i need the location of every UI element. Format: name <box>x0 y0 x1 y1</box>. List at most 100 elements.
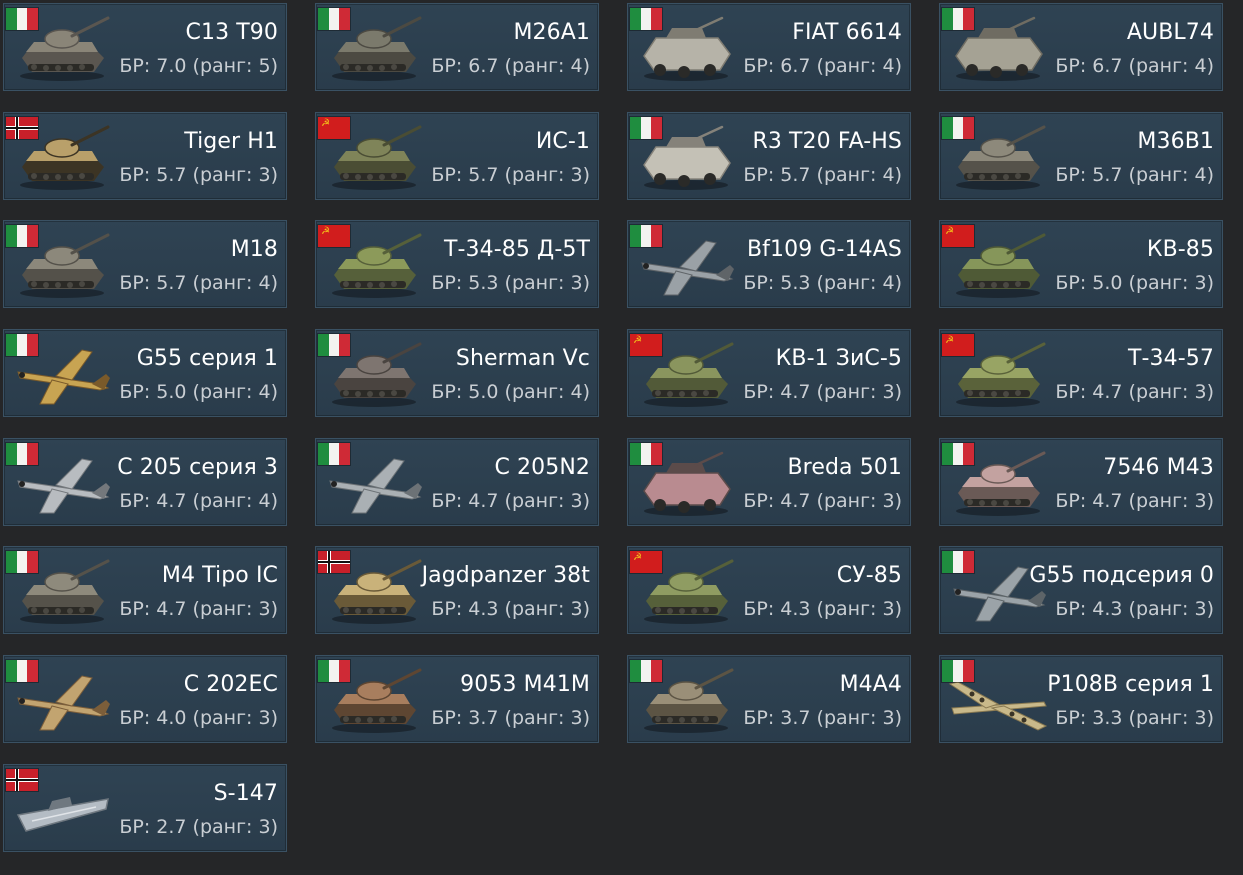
vehicle-card[interactable]: ИС-1 БР: 5.7 (ранг: 3) <box>315 111 599 200</box>
vehicle-name: СУ-85 <box>836 563 902 589</box>
battle-rating: БР: 4.7 (ранг: 3) <box>743 489 902 512</box>
italy-flag-icon <box>318 442 350 465</box>
vehicle-name: КВ-1 ЗиС-5 <box>775 346 902 372</box>
italy-flag-icon <box>942 8 974 30</box>
vehicle-card[interactable]: M4 Tipo IC БР: 4.7 (ранг: 3) <box>3 546 287 635</box>
vehicle-name: ИС-1 <box>535 128 590 154</box>
vehicle-name: Т-34-85 Д-5Т <box>443 237 590 263</box>
battle-rating: БР: 6.7 (ранг: 4) <box>1055 55 1214 77</box>
vehicle-name: G55 подсерия 0 <box>1029 563 1214 589</box>
italy-flag-icon <box>942 442 974 465</box>
vehicle-name: G55 серия 1 <box>136 346 278 372</box>
battle-rating: БР: 6.7 (ранг: 4) <box>743 55 902 77</box>
vehicle-card[interactable]: Bf109 G-14AS БР: 5.3 (ранг: 4) <box>627 220 911 309</box>
battle-rating: БР: 4.3 (ранг: 3) <box>743 598 902 621</box>
battle-rating: БР: 4.3 (ранг: 3) <box>1055 598 1214 621</box>
battle-rating: БР: 5.3 (ранг: 4) <box>743 272 902 295</box>
battle-rating: БР: 5.7 (ранг: 4) <box>743 163 902 186</box>
vehicle-card[interactable]: Breda 501 БР: 4.7 (ранг: 3) <box>627 437 911 526</box>
vehicle-name: Breda 501 <box>787 454 902 480</box>
vehicle-card[interactable]: 7546 M43 БР: 4.7 (ранг: 3) <box>939 437 1223 526</box>
battle-rating: БР: 5.0 (ранг: 4) <box>119 381 278 404</box>
italy-flag-icon <box>630 116 662 139</box>
vehicle-card[interactable]: S-147 БР: 2.7 (ранг: 3) <box>3 763 287 852</box>
vehicle-card[interactable]: СУ-85 БР: 4.3 (ранг: 3) <box>627 546 911 635</box>
vehicle-card[interactable]: AUBL74 БР: 6.7 (ранг: 4) <box>939 3 1223 91</box>
vehicle-name: 9053 M41M <box>460 672 590 698</box>
vehicle-name: M18 <box>230 237 278 263</box>
vehicle-name: M4A4 <box>839 672 902 698</box>
vehicle-grid: C13 T90 БР: 7.0 (ранг: 5) M26A1 БР: 6.7 … <box>3 3 1223 852</box>
ussr-flag-icon <box>630 334 662 357</box>
ussr-flag-icon <box>630 551 662 574</box>
vehicle-card[interactable]: M26A1 БР: 6.7 (ранг: 4) <box>315 3 599 91</box>
vehicle-card[interactable]: G55 серия 1 БР: 5.0 (ранг: 4) <box>3 329 287 418</box>
vehicle-card[interactable]: C13 T90 БР: 7.0 (ранг: 5) <box>3 3 287 91</box>
vehicle-card[interactable]: C 205 серия 3 БР: 4.7 (ранг: 4) <box>3 437 287 526</box>
battle-rating: БР: 7.0 (ранг: 5) <box>119 55 278 77</box>
vehicle-name: Т-34-57 <box>1127 346 1214 372</box>
vehicle-name: Bf109 G-14AS <box>746 237 902 263</box>
battle-rating: БР: 4.7 (ранг: 3) <box>431 489 590 512</box>
battle-rating: БР: 5.7 (ранг: 3) <box>431 163 590 186</box>
battle-rating: БР: 2.7 (ранг: 3) <box>119 815 278 838</box>
ussr-flag-icon <box>318 225 350 248</box>
italy-flag-icon <box>942 116 974 139</box>
battle-rating: БР: 5.7 (ранг: 3) <box>119 163 278 186</box>
vehicle-name: C 205 серия 3 <box>117 454 278 480</box>
battle-rating: БР: 4.7 (ранг: 3) <box>1055 381 1214 404</box>
vehicle-name: КВ-85 <box>1146 237 1214 263</box>
vehicle-name: M26A1 <box>513 20 590 45</box>
vehicle-name: P108B серия 1 <box>1047 672 1214 698</box>
battle-rating: БР: 4.0 (ранг: 3) <box>119 707 278 730</box>
italy-flag-icon <box>6 660 38 683</box>
vehicle-card[interactable]: Sherman Vc БР: 5.0 (ранг: 4) <box>315 329 599 418</box>
vehicle-card[interactable]: C 202EC БР: 4.0 (ранг: 3) <box>3 655 287 744</box>
vehicle-card[interactable]: Т-34-85 Д-5Т БР: 5.3 (ранг: 3) <box>315 220 599 309</box>
vehicle-card[interactable]: КВ-1 ЗиС-5 БР: 4.7 (ранг: 3) <box>627 329 911 418</box>
vehicle-name: Sherman Vc <box>455 346 590 372</box>
vehicle-card[interactable]: Jagdpanzer 38t БР: 4.3 (ранг: 3) <box>315 546 599 635</box>
italy-flag-icon <box>6 8 38 30</box>
vehicle-name: M36B1 <box>1137 128 1214 154</box>
ussr-flag-icon <box>942 334 974 357</box>
battle-rating: БР: 5.0 (ранг: 3) <box>1055 272 1214 295</box>
battle-rating: БР: 4.7 (ранг: 4) <box>119 489 278 512</box>
italy-flag-icon <box>6 551 38 574</box>
vehicle-card[interactable]: 9053 M41M БР: 3.7 (ранг: 3) <box>315 655 599 744</box>
italy-flag-icon <box>6 442 38 465</box>
italy-flag-icon <box>318 334 350 357</box>
vehicle-name: FIAT 6614 <box>792 20 902 45</box>
vehicle-name: AUBL74 <box>1126 20 1214 45</box>
battle-rating: БР: 5.7 (ранг: 4) <box>1055 163 1214 186</box>
italy-flag-icon <box>630 8 662 30</box>
germany-flag-icon <box>6 116 38 139</box>
vehicle-card[interactable]: M36B1 БР: 5.7 (ранг: 4) <box>939 111 1223 200</box>
italy-flag-icon <box>630 660 662 683</box>
vehicle-name: S-147 <box>213 780 278 806</box>
vehicle-card[interactable]: G55 подсерия 0 БР: 4.3 (ранг: 3) <box>939 546 1223 635</box>
vehicle-name: R3 T20 FA-HS <box>752 128 902 154</box>
germany-flag-icon <box>6 768 38 791</box>
vehicle-card[interactable]: Т-34-57 БР: 4.7 (ранг: 3) <box>939 329 1223 418</box>
italy-flag-icon <box>942 660 974 683</box>
vehicle-card[interactable]: C 205N2 БР: 4.7 (ранг: 3) <box>315 437 599 526</box>
vehicle-name: M4 Tipo IC <box>161 563 278 589</box>
battle-rating: БР: 5.7 (ранг: 4) <box>119 272 278 295</box>
ussr-flag-icon <box>942 225 974 248</box>
battle-rating: БР: 4.7 (ранг: 3) <box>119 598 278 621</box>
italy-flag-icon <box>630 225 662 248</box>
italy-flag-icon <box>318 660 350 683</box>
battle-rating: БР: 5.0 (ранг: 4) <box>431 381 590 404</box>
italy-flag-icon <box>6 334 38 357</box>
vehicle-card[interactable]: P108B серия 1 БР: 3.3 (ранг: 3) <box>939 655 1223 744</box>
vehicle-card[interactable]: M18 БР: 5.7 (ранг: 4) <box>3 220 287 309</box>
battle-rating: БР: 4.3 (ранг: 3) <box>431 598 590 621</box>
vehicle-card[interactable]: Tiger H1 БР: 5.7 (ранг: 3) <box>3 111 287 200</box>
vehicle-card[interactable]: M4A4 БР: 3.7 (ранг: 3) <box>627 655 911 744</box>
vehicle-card[interactable]: FIAT 6614 БР: 6.7 (ранг: 4) <box>627 3 911 91</box>
vehicle-card[interactable]: R3 T20 FA-HS БР: 5.7 (ранг: 4) <box>627 111 911 200</box>
vehicle-card[interactable]: КВ-85 БР: 5.0 (ранг: 3) <box>939 220 1223 309</box>
battle-rating: БР: 3.7 (ранг: 3) <box>743 707 902 730</box>
battle-rating: БР: 3.3 (ранг: 3) <box>1055 707 1214 730</box>
